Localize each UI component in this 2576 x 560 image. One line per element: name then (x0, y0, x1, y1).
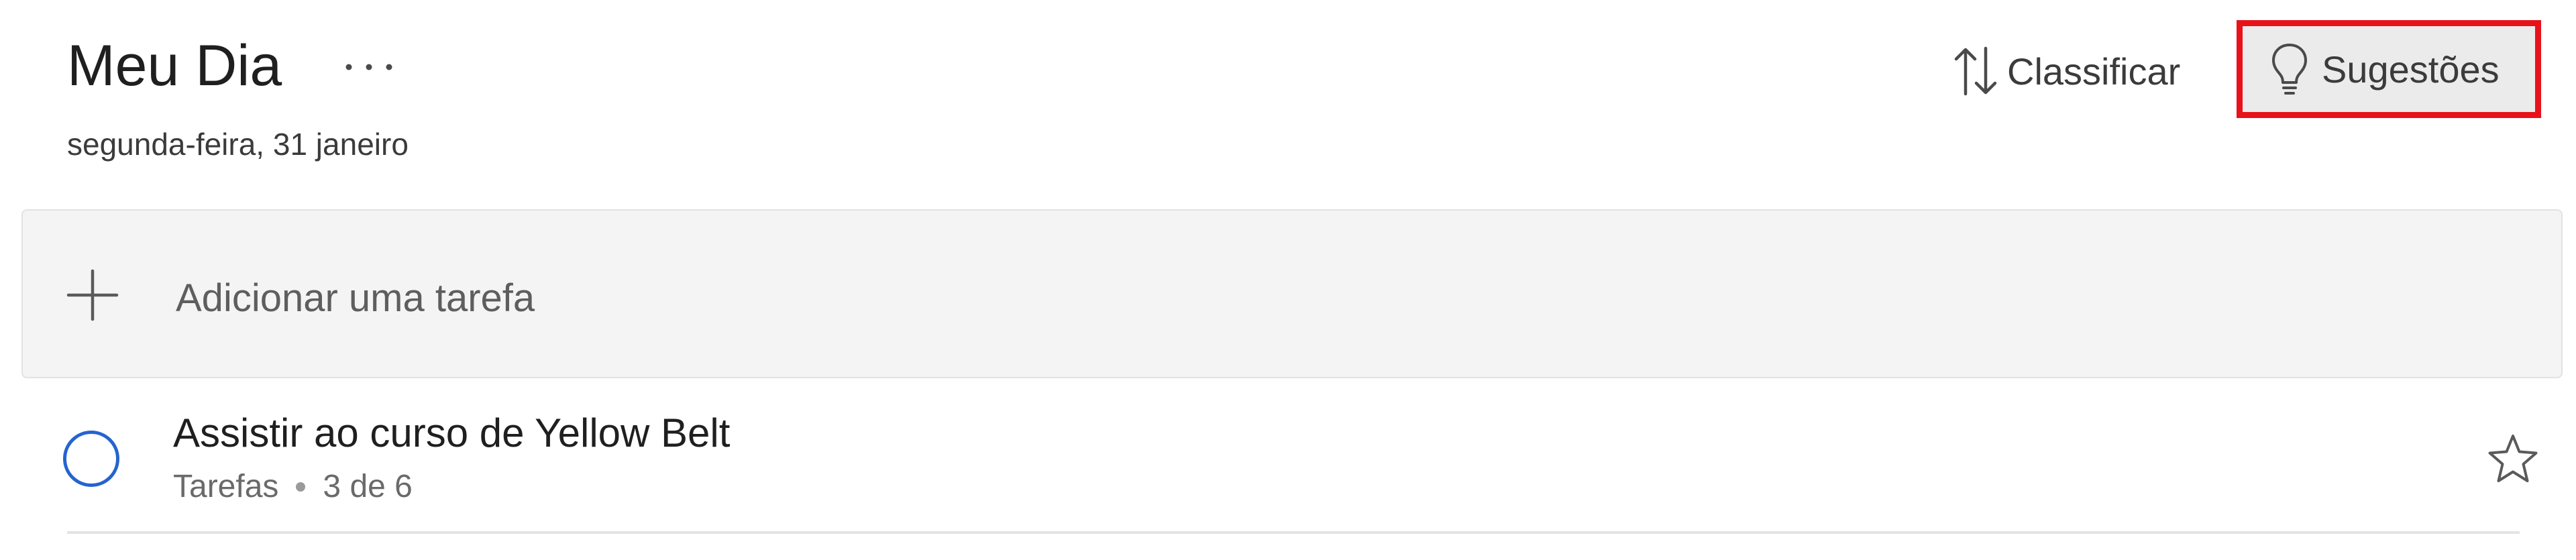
sort-button-label: Classificar (2007, 50, 2181, 93)
task-step-progress: 3 de 6 (323, 469, 413, 504)
task-item[interactable]: Assistir ao curso de Yellow Belt Tarefas… (21, 384, 2563, 533)
task-meta: Tarefas 3 de 6 (173, 467, 413, 507)
separator-dot (296, 482, 306, 492)
suggestions-button[interactable]: Sugestões (2237, 20, 2541, 118)
lightbulb-icon (2272, 44, 2307, 95)
add-task-input[interactable]: Adicionar uma tarefa (176, 275, 535, 322)
sort-button[interactable]: Classificar (1952, 39, 2180, 103)
plus-icon (66, 269, 119, 321)
sort-arrows-icon (1954, 46, 1997, 96)
star-outline-icon[interactable] (2486, 432, 2540, 486)
task-divider (67, 531, 2520, 534)
my-day-header: Meu Dia segunda-feira, 31 janeiro Classi… (0, 0, 2576, 201)
task-title: Assistir ao curso de Yellow Belt (173, 410, 731, 455)
page-title: Meu Dia (67, 34, 282, 98)
suggestions-button-label: Sugestões (2322, 48, 2500, 91)
task-list-name: Tarefas (173, 469, 279, 504)
more-options-button[interactable] (335, 40, 402, 94)
add-task-bar[interactable]: Adicionar uma tarefa (21, 209, 2563, 378)
date-subtitle: segunda-feira, 31 janeiro (67, 127, 409, 162)
ellipsis-icon (345, 64, 392, 70)
task-complete-checkbox[interactable] (63, 431, 119, 487)
